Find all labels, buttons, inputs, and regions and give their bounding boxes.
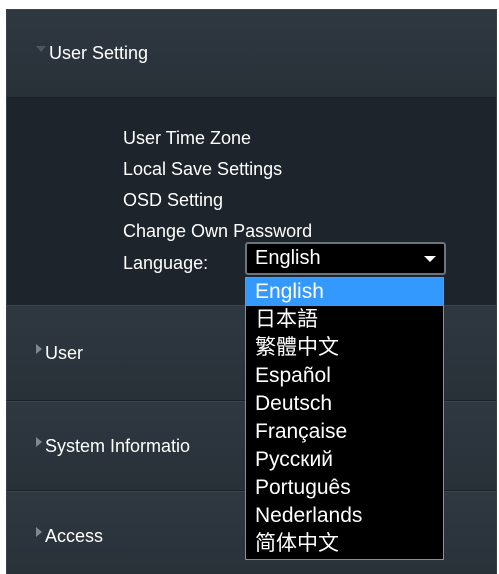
language-option-portuguese[interactable]: Português bbox=[246, 474, 443, 502]
language-option-japanese[interactable]: 日本語 bbox=[246, 306, 443, 334]
link-user-time-zone[interactable]: User Time Zone bbox=[123, 127, 251, 149]
language-option-traditional-chinese[interactable]: 繁體中文 bbox=[246, 334, 443, 362]
language-option-english[interactable]: English bbox=[246, 278, 443, 306]
language-option-russian[interactable]: Русский bbox=[246, 446, 443, 474]
triangle-right-icon bbox=[36, 344, 42, 354]
link-change-own-password[interactable]: Change Own Password bbox=[123, 220, 312, 242]
triangle-right-icon bbox=[36, 437, 42, 447]
section-label-user-setting: User Setting bbox=[49, 43, 149, 63]
language-select[interactable]: English bbox=[245, 242, 446, 275]
language-option-simplified-chinese[interactable]: 简体中文 bbox=[246, 530, 443, 558]
language-option-french[interactable]: Française bbox=[246, 418, 443, 446]
section-label-system-information: System Informatio bbox=[45, 435, 191, 456]
section-label-access: Access bbox=[45, 525, 104, 546]
triangle-down-icon bbox=[36, 45, 46, 52]
section-label-user: User bbox=[45, 342, 84, 363]
link-osd-setting[interactable]: OSD Setting bbox=[123, 189, 223, 211]
link-local-save-settings[interactable]: Local Save Settings bbox=[123, 158, 282, 180]
language-dropdown-list: English 日本語 繁體中文 Español Deutsch Françai… bbox=[245, 277, 444, 560]
language-label: Language: bbox=[123, 253, 209, 273]
caret-down-icon bbox=[424, 256, 436, 262]
section-header-user-setting[interactable]: User Setting bbox=[7, 9, 496, 98]
language-select-value: English bbox=[255, 247, 321, 269]
language-option-spanish[interactable]: Español bbox=[246, 362, 443, 390]
triangle-right-icon bbox=[36, 527, 42, 537]
language-option-german[interactable]: Deutsch bbox=[246, 390, 443, 418]
language-option-dutch[interactable]: Nederlands bbox=[246, 502, 443, 530]
